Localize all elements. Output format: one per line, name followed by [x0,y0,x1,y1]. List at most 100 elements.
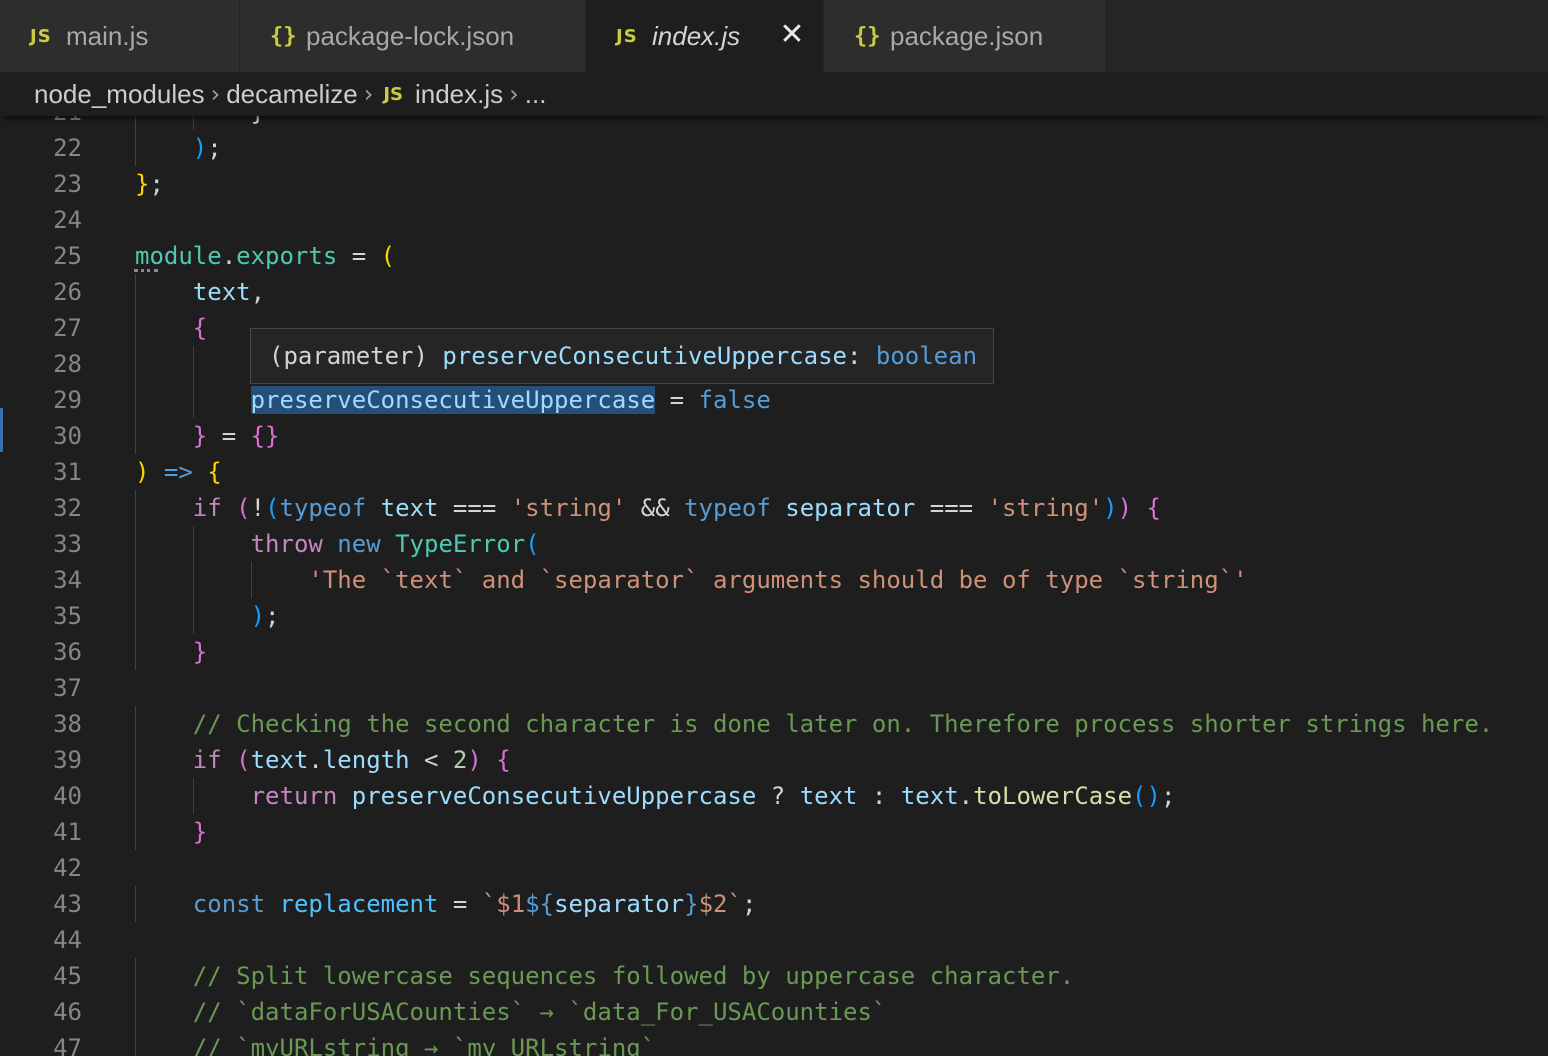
line-number: 32 [53,494,82,522]
indent-guide [192,598,194,634]
code-token: {} [250,422,280,450]
code-text: // Checking the second character is done… [193,706,1493,742]
tab-main-js[interactable]: JS main.js [0,0,240,72]
code-text: throw new TypeError( [251,526,540,562]
code-token: < [409,746,453,774]
indent-guide [192,562,194,598]
chevron-right-icon: › [363,80,374,108]
code-text: // Split lowercase sequences followed by… [193,958,1074,994]
line-number: 43 [53,890,82,918]
code-line[interactable]: 41} [0,814,1548,850]
code-line[interactable]: 36} [0,634,1548,670]
line-number: 44 [53,926,82,954]
indent-guide [135,346,136,382]
code-line[interactable]: 40 return preserveConsecutiveUppercase ? … [0,778,1548,814]
javascript-file-icon: JS [616,25,638,47]
line-number: 45 [53,962,82,990]
code-token: ( [236,494,251,522]
code-token: { [1146,494,1161,522]
code-token: === [915,494,988,522]
indent-guide [135,562,136,598]
code-token: replacement [279,890,439,918]
code-line[interactable]: 29 preserveConsecutiveUppercase = false [0,382,1548,418]
chevron-right-icon: › [210,80,221,108]
indent-guide [135,382,136,418]
code-line[interactable]: 42 [0,850,1548,886]
code-line[interactable]: 34 'The `text` and `separator` arguments … [0,562,1548,598]
indent-guide [192,346,194,382]
indent-guide [135,130,136,166]
code-line[interactable]: 46 // `dataForUSACounties` → `data_For_US… [0,994,1548,1030]
code-token: 'The `text` and `separator` arguments sh… [308,566,1248,594]
code-token: , [250,278,266,306]
indent-guide [135,634,136,670]
breadcrumb-item-index-js[interactable]: index.js [415,79,503,110]
code-token: } [251,116,265,126]
breadcrumb-item-decamelize[interactable]: decamelize [226,79,358,110]
code-line[interactable]: 45 // Split lowercase sequences followed … [0,958,1548,994]
indent-guide [135,490,136,526]
tab-index-js[interactable]: JS index.js ✕ [586,0,824,72]
code-token: ; [1160,782,1176,810]
hover-param-name: preserveConsecutiveUppercase [442,342,847,370]
code-token: = [438,890,482,918]
code-line[interactable]: 30} = {} [0,418,1548,454]
code-token: ( [236,746,251,774]
code-token: // Split lowercase sequences followed by… [192,962,1075,990]
line-number: 41 [53,818,82,846]
code-token: ) [135,458,150,486]
code-line[interactable]: 39 if (text.length < 2) { [0,742,1548,778]
code-line[interactable]: 37 [0,670,1548,706]
code-token: toLowerCase [973,782,1133,810]
code-line[interactable]: 33 throw new TypeError( [0,526,1548,562]
breadcrumb-item-node-modules[interactable]: node_modules [34,79,205,110]
breadcrumb-item-symbols[interactable]: ... [525,79,547,110]
tab-package-json[interactable]: {} package.json [824,0,1106,72]
code-text: { [193,310,207,346]
code-line[interactable]: 22); [0,130,1548,166]
code-token: : [857,782,901,810]
code-token: ; [207,134,222,162]
code-token: 2 [452,746,468,774]
json-file-icon: {} [854,23,881,49]
code-token: === [438,494,511,522]
tab-label: index.js [652,20,741,51]
code-token: { [192,314,208,342]
code-token: () [1132,782,1161,810]
close-icon[interactable]: ✕ [779,20,805,50]
code-line[interactable]: 38 // Checking the second character is do… [0,706,1548,742]
code-token: ) [467,746,482,774]
tab-package-lock-json[interactable]: {} package-lock.json [240,0,586,72]
code-editor[interactable]: 21}22);23};2425module.exports = (26text,… [0,116,1548,1056]
line-number: 34 [53,566,82,594]
code-line[interactable]: 24 [0,202,1548,238]
code-token: ) [1103,494,1118,522]
code-line[interactable]: 44 [0,922,1548,958]
line-number: 35 [53,602,82,630]
code-text: text, [193,274,265,310]
code-token: = [207,422,251,450]
code-line[interactable]: 21} [0,116,1548,130]
indent-guide [135,418,136,454]
line-number: 22 [53,134,82,162]
line-number: 21 [0,116,82,130]
code-token: . [308,746,323,774]
code-token: typeof [684,494,771,522]
code-line[interactable]: 47 // `myURLstring → `my_URLstring` [0,1030,1548,1056]
code-line[interactable]: 31) => { [0,454,1548,490]
code-line[interactable]: 25 module.exports = ( [0,238,1548,274]
code-line[interactable]: 35); [0,598,1548,634]
code-line[interactable]: 23}; [0,166,1548,202]
code-token: typeof [279,494,367,522]
indent-guide [135,742,136,778]
code-token: . [221,242,237,270]
code-line[interactable]: 43 const replacement = `$1${separator}$2`… [0,886,1548,922]
code-token: ) [1117,494,1133,522]
code-token: = [655,386,699,414]
code-line[interactable]: 32 if (!(typeof text === 'string' && type… [0,490,1548,526]
code-line[interactable]: 26 text, [0,274,1548,310]
code-token: `$1 [481,890,526,918]
